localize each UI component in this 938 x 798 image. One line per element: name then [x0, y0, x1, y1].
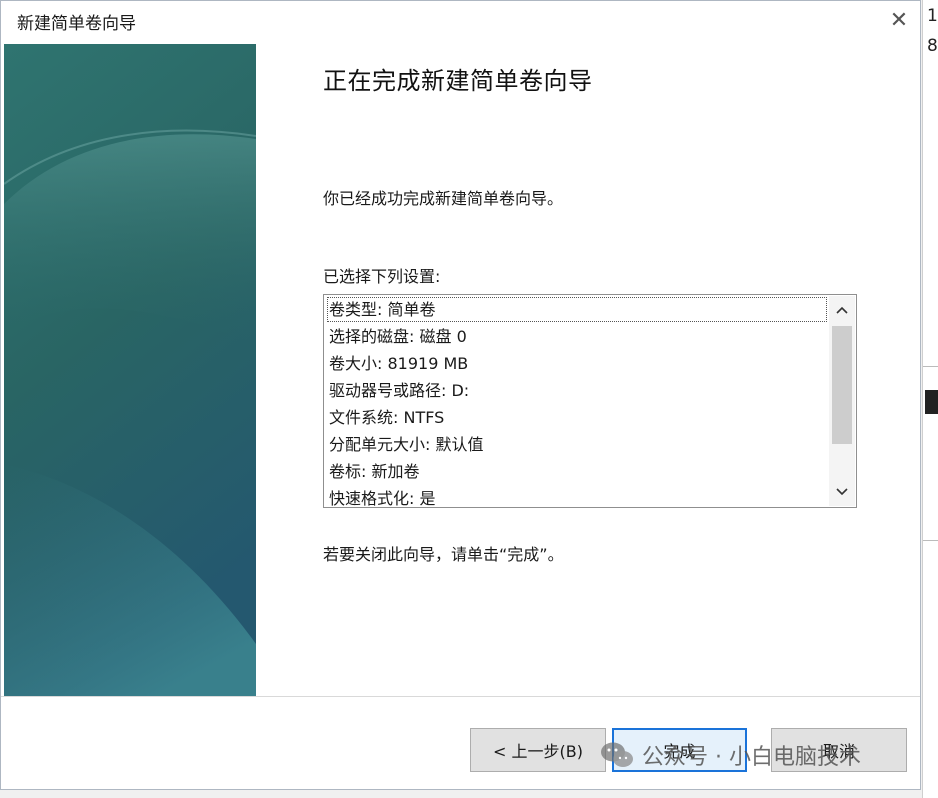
- close-hint-text: 若要关闭此向导，请单击“完成”。: [323, 545, 564, 564]
- settings-item-quick-format[interactable]: 快速格式化: 是: [324, 485, 830, 507]
- wizard-banner-image: [4, 44, 256, 696]
- close-icon: ✕: [889, 7, 909, 33]
- finish-button[interactable]: 完成: [612, 728, 747, 772]
- vertical-scrollbar[interactable]: [829, 296, 855, 506]
- settings-label: 已选择下列设置:: [323, 267, 441, 286]
- title-bar: 新建简单卷向导 ✕: [1, 1, 920, 39]
- chevron-up-icon: [836, 306, 848, 314]
- background-window-edge: 1 8: [922, 0, 938, 798]
- cancel-button[interactable]: 取消: [771, 728, 907, 772]
- background-divider: [923, 366, 938, 367]
- scroll-up-button[interactable]: [829, 298, 855, 322]
- scrollbar-thumb[interactable]: [832, 326, 852, 444]
- settings-listbox[interactable]: 卷类型: 简单卷 选择的磁盘: 磁盘 0 卷大小: 81919 MB 驱动器号或…: [323, 294, 857, 508]
- back-button[interactable]: < 上一步(B): [470, 728, 606, 772]
- background-dark-bar: [925, 390, 938, 414]
- settings-list: 卷类型: 简单卷 选择的磁盘: 磁盘 0 卷大小: 81919 MB 驱动器号或…: [324, 295, 830, 507]
- settings-item-volume-type[interactable]: 卷类型: 简单卷: [326, 296, 828, 323]
- chevron-down-icon: [836, 488, 848, 496]
- success-message: 你已经成功完成新建简单卷向导。: [323, 189, 564, 208]
- button-bar: < 上一步(B) 完成 取消: [1, 697, 920, 789]
- wizard-dialog: 新建简单卷向导 ✕ 正在完成新建简单卷向导 你已经成功完成新建简单卷向导。 已选…: [0, 0, 921, 790]
- settings-item-allocation-unit[interactable]: 分配单元大小: 默认值: [324, 431, 830, 458]
- settings-item-file-system[interactable]: 文件系统: NTFS: [324, 404, 830, 431]
- wizard-content: 正在完成新建简单卷向导 你已经成功完成新建简单卷向导。 已选择下列设置: 卷类型…: [256, 39, 920, 696]
- window-title: 新建简单卷向导: [17, 14, 136, 34]
- settings-item-drive-letter[interactable]: 驱动器号或路径: D:: [324, 377, 830, 404]
- background-divider: [923, 540, 938, 541]
- scroll-down-button[interactable]: [829, 480, 855, 504]
- page-heading: 正在完成新建简单卷向导: [323, 67, 593, 95]
- settings-item-disk[interactable]: 选择的磁盘: 磁盘 0: [324, 323, 830, 350]
- settings-item-volume-size[interactable]: 卷大小: 81919 MB: [324, 350, 830, 377]
- background-text-fragment: 8: [927, 36, 938, 56]
- settings-item-volume-label[interactable]: 卷标: 新加卷: [324, 458, 830, 485]
- close-button[interactable]: ✕: [884, 5, 914, 35]
- background-text-fragment: 1: [927, 6, 938, 26]
